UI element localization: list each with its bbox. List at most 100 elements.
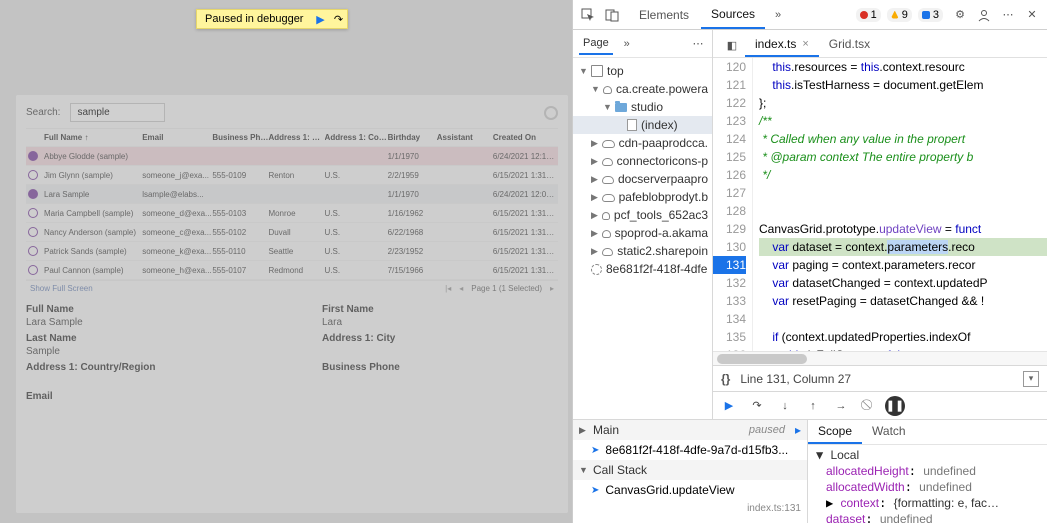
column-header[interactable]: Business Phone: [212, 133, 268, 142]
line-number[interactable]: 131: [713, 256, 746, 274]
disclosure-icon[interactable]: ▶: [591, 228, 598, 239]
tree-item[interactable]: (index): [573, 116, 712, 134]
row-selector-icon[interactable]: [28, 189, 38, 199]
line-number[interactable]: 133: [713, 292, 746, 310]
tree-item[interactable]: ▼top: [573, 62, 712, 80]
account-icon[interactable]: [973, 4, 995, 26]
column-header[interactable]: Full Name ↑: [44, 133, 142, 142]
footer-hint[interactable]: Show Full Screen: [30, 284, 93, 293]
column-header[interactable]: Email: [142, 133, 212, 142]
inspect-icon[interactable]: [577, 4, 599, 26]
tree-item[interactable]: ▼studio: [573, 98, 712, 116]
row-selector-icon[interactable]: [28, 227, 38, 237]
disclosure-icon[interactable]: ▶: [591, 246, 598, 257]
navigator-more-icon[interactable]: »: [619, 33, 635, 55]
callstack-frame[interactable]: ➤ CanvasGrid.updateView: [573, 480, 807, 500]
tab-elements[interactable]: Elements: [629, 2, 699, 28]
column-header[interactable]: Assistant: [437, 133, 493, 142]
line-number[interactable]: 125: [713, 148, 746, 166]
code-line[interactable]: /**: [759, 112, 1047, 130]
scope-group-local[interactable]: ▼ Local: [812, 447, 1043, 463]
code-line[interactable]: [759, 310, 1047, 328]
line-number[interactable]: 134: [713, 310, 746, 328]
file-tab[interactable]: index.ts×: [745, 32, 819, 57]
issue-counts[interactable]: 1 9 3: [856, 8, 943, 22]
code-line[interactable]: var resetPaging = datasetChanged && !: [759, 292, 1047, 310]
table-row[interactable]: Nancy Anderson (sample)someone_c@exa...5…: [26, 223, 558, 242]
close-devtools-icon[interactable]: ✕: [1021, 4, 1043, 26]
row-selector-icon[interactable]: [28, 170, 38, 180]
line-number[interactable]: 129: [713, 220, 746, 238]
line-number[interactable]: 126: [713, 166, 746, 184]
step-icon[interactable]: →: [829, 395, 853, 417]
line-number[interactable]: 132: [713, 274, 746, 292]
resume-script-icon[interactable]: ▶: [717, 395, 741, 417]
row-selector-icon[interactable]: [28, 246, 38, 256]
page-next-icon[interactable]: ▸: [550, 284, 554, 293]
tree-item[interactable]: ▶pafeblobprodyt.b: [573, 188, 712, 206]
tab-watch[interactable]: Watch: [862, 420, 916, 444]
column-header[interactable]: Address 1: City: [268, 133, 324, 142]
code-line[interactable]: [759, 184, 1047, 202]
disclosure-icon[interactable]: ▶: [591, 174, 598, 185]
disclosure-icon[interactable]: ▶: [591, 156, 598, 167]
tree-item[interactable]: ▶spoprod-a.akama: [573, 224, 712, 242]
disclosure-icon[interactable]: ▶: [591, 138, 598, 149]
coverage-toggle-icon[interactable]: ▾: [1023, 371, 1039, 387]
thread-item[interactable]: ➤ 8e681f2f-418f-4dfe-9a7d-d15fb3...: [573, 440, 807, 460]
step-out-icon[interactable]: ↑: [801, 395, 825, 417]
row-selector-icon[interactable]: [28, 151, 38, 161]
pretty-print-icon[interactable]: {}: [721, 372, 730, 386]
tree-item[interactable]: ▶cdn-paaprodcca.: [573, 134, 712, 152]
table-row[interactable]: Abbye Glodde (sample)1/1/19706/24/2021 1…: [26, 147, 558, 166]
disclosure-icon[interactable]: ▶: [591, 192, 598, 203]
tree-item[interactable]: ▼ca.create.powera: [573, 80, 712, 98]
code-line[interactable]: * Called when any value in the propert: [759, 130, 1047, 148]
resume-button[interactable]: ▶: [311, 10, 329, 28]
line-number[interactable]: 130: [713, 238, 746, 256]
tab-sources[interactable]: Sources: [701, 1, 765, 29]
column-header[interactable]: Created On: [493, 133, 556, 142]
scope-variable[interactable]: ▶ context: {formatting: e, fac…: [812, 495, 1043, 511]
more-tabs-icon[interactable]: »: [767, 4, 789, 26]
close-tab-icon[interactable]: ×: [802, 38, 808, 50]
kebab-menu-icon[interactable]: ⋯: [997, 4, 1019, 26]
code-line[interactable]: CanvasGrid.prototype.updateView = funct: [759, 220, 1047, 238]
data-grid[interactable]: Full Name ↑EmailBusiness PhoneAddress 1:…: [26, 128, 558, 296]
line-number[interactable]: 123: [713, 112, 746, 130]
code-line[interactable]: this.isTestHarness = document.getElem: [759, 76, 1047, 94]
table-row[interactable]: Maria Campbell (sample)someone_d@exa...5…: [26, 204, 558, 223]
code-line[interactable]: */: [759, 166, 1047, 184]
step-into-icon[interactable]: ↓: [773, 395, 797, 417]
navigator-tab-page[interactable]: Page: [579, 33, 613, 55]
thread-next-icon[interactable]: ▸: [795, 423, 801, 437]
search-input[interactable]: [70, 103, 165, 122]
line-number[interactable]: 135: [713, 328, 746, 346]
disclosure-icon[interactable]: ▼: [579, 66, 587, 76]
disclosure-icon[interactable]: ▼: [603, 102, 611, 112]
code-line[interactable]: if (context.updatedProperties.indexOf: [759, 328, 1047, 346]
line-number[interactable]: 128: [713, 202, 746, 220]
line-number[interactable]: 122: [713, 94, 746, 112]
column-header[interactable]: Birthday: [388, 133, 437, 142]
page-first-icon[interactable]: |◂: [445, 284, 451, 293]
table-row[interactable]: Paul Cannon (sample)someone_h@exa...555-…: [26, 261, 558, 280]
pause-on-exceptions-icon[interactable]: ❚❚: [885, 396, 905, 416]
scope-variable[interactable]: allocatedWidth: undefined: [812, 479, 1043, 495]
row-selector-icon[interactable]: [28, 265, 38, 275]
code-line[interactable]: this.resources = this.context.resourc: [759, 58, 1047, 76]
row-selector-icon[interactable]: [28, 208, 38, 218]
code-line[interactable]: * @param context The entire property b: [759, 148, 1047, 166]
line-number[interactable]: 127: [713, 184, 746, 202]
navigator-menu-icon[interactable]: ⋯: [690, 33, 706, 55]
toggle-navigator-icon[interactable]: ◧: [719, 33, 745, 57]
code-line[interactable]: };: [759, 94, 1047, 112]
code-line[interactable]: [759, 202, 1047, 220]
deactivate-breakpoints-icon[interactable]: ⃠: [857, 395, 881, 417]
table-row[interactable]: Patrick Sands (sample)someone_k@exa...55…: [26, 242, 558, 261]
scope-variable[interactable]: dataset: undefined: [812, 511, 1043, 523]
tree-item[interactable]: ▶static2.sharepoin: [573, 242, 712, 260]
tree-item[interactable]: 8e681f2f-418f-4dfe: [573, 260, 712, 278]
step-over-button[interactable]: ↷: [329, 10, 347, 28]
callstack-section[interactable]: ▼ Call Stack: [573, 460, 807, 480]
